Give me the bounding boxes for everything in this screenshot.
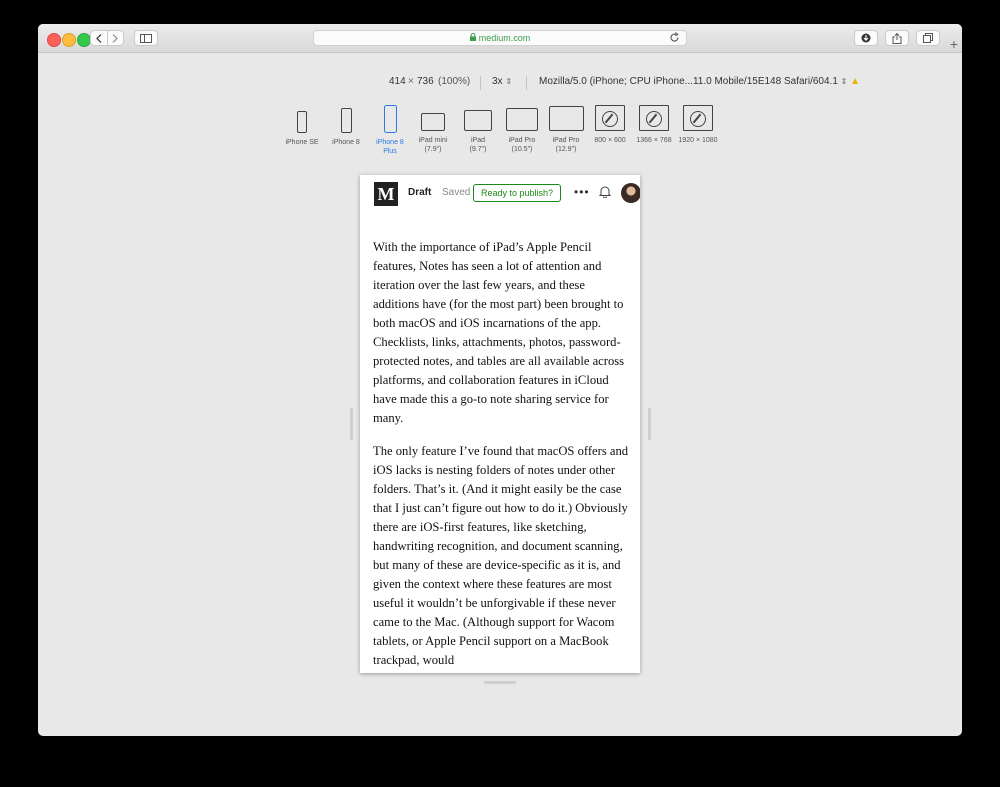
device-ipad[interactable]: iPad (9.7")	[453, 105, 503, 154]
phone-icon	[340, 108, 352, 133]
share-icon	[892, 32, 902, 44]
tabs-icon	[923, 33, 933, 43]
device-viewport: M Draft Saved Ready to publish? ••• With…	[360, 175, 640, 673]
avatar[interactable]	[621, 183, 640, 203]
chevron-left-icon	[95, 33, 102, 43]
toolbar: medium.com +	[38, 24, 962, 53]
bell-icon	[598, 186, 612, 199]
updown-chevron-icon: ⇕	[505, 77, 513, 86]
paragraph: The only feature I’ve found that macOS o…	[373, 444, 629, 667]
resize-handle-bottom[interactable]	[484, 681, 516, 684]
user-agent-value: Mozilla/5.0 (iPhone; CPU iPhone...11.0 M…	[539, 76, 838, 87]
device-label: iPad mini (7.9")	[418, 137, 448, 153]
user-agent-select[interactable]: Mozilla/5.0 (iPhone; CPU iPhone...11.0 M…	[539, 76, 860, 87]
responsive-design-toolbar: 414 × 736 (100%) 3x ⇕ Mozilla/5.0 (iPhon…	[38, 76, 962, 90]
device-ipad-mini[interactable]: iPad mini (7.9")	[408, 105, 458, 154]
notifications-button[interactable]	[598, 185, 612, 203]
device-iphone-8[interactable]: iPhone 8	[321, 105, 371, 147]
resize-handle-right[interactable]	[648, 408, 651, 440]
device-ipad-pro-10[interactable]: iPad Pro (10.5")	[497, 105, 547, 154]
more-options-button[interactable]: •••	[574, 185, 590, 199]
zoom-percentage: (100%)	[438, 76, 471, 87]
plus-icon: +	[949, 36, 959, 52]
device-ipad-pro-12[interactable]: iPad Pro (12.9")	[541, 105, 591, 154]
device-label: iPhone 8	[332, 139, 360, 146]
sidebar-button[interactable]	[134, 30, 158, 46]
safari-compass-icon	[639, 105, 669, 131]
times-sign: ×	[408, 76, 414, 87]
chevron-right-icon	[112, 33, 119, 43]
download-icon	[861, 33, 871, 43]
paragraph: With the importance of iPad’s Apple Penc…	[373, 240, 625, 425]
ready-to-publish-button[interactable]: Ready to publish?	[473, 184, 562, 202]
device-label: 1366 × 768	[636, 137, 672, 144]
device-800x600[interactable]: 800 × 600	[585, 105, 635, 145]
safari-compass-icon	[595, 105, 625, 131]
new-tab-button[interactable]: +	[946, 36, 962, 52]
device-iphone-se[interactable]: iPhone SE	[277, 105, 327, 147]
divider	[526, 76, 527, 90]
forward-button[interactable]	[107, 31, 123, 45]
device-label: iPhone SE	[285, 139, 319, 146]
zoom-window-button[interactable]	[77, 33, 91, 47]
device-presets: iPhone SE iPhone 8 iPhone 8 Plus iPad min…	[38, 105, 962, 155]
viewport-height[interactable]: 736	[417, 76, 434, 87]
divider	[480, 76, 481, 90]
draft-status: Draft	[408, 187, 432, 198]
downloads-button[interactable]	[854, 30, 878, 46]
updown-chevron-icon: ⇕	[840, 77, 848, 86]
phone-icon	[383, 105, 397, 133]
close-window-button[interactable]	[47, 33, 61, 47]
back-button[interactable]	[91, 31, 107, 45]
tablet-icon	[548, 106, 584, 131]
phone-icon	[297, 111, 307, 133]
minimize-window-button[interactable]	[62, 33, 76, 47]
tablet-icon	[464, 110, 492, 131]
saved-status: Saved	[442, 187, 471, 198]
warning-icon: ▲	[850, 76, 861, 87]
device-1366x768[interactable]: 1366 × 768	[629, 105, 679, 145]
safari-compass-icon	[683, 105, 713, 131]
share-button[interactable]	[885, 30, 909, 46]
device-label: 1920 × 1080	[678, 137, 718, 144]
pixel-ratio-select[interactable]: 3x ⇕	[492, 76, 512, 87]
medium-logo[interactable]: M	[374, 182, 398, 206]
safari-window: medium.com + 414 × 736 (100%) 3x ⇕ Mozil…	[38, 24, 962, 736]
lock-icon	[469, 32, 476, 43]
viewport-width[interactable]: 414	[389, 76, 406, 87]
pixel-ratio-value: 3x	[492, 76, 503, 87]
reload-icon[interactable]	[670, 32, 680, 45]
tablet-icon	[421, 113, 445, 131]
device-label: 800 × 600	[594, 137, 626, 144]
device-1920x1080[interactable]: 1920 × 1080	[673, 105, 723, 145]
device-label: iPad (9.7")	[469, 137, 487, 153]
device-label: iPad Pro (12.9")	[552, 137, 580, 153]
url-text: medium.com	[478, 33, 531, 43]
show-tabs-button[interactable]	[916, 30, 940, 46]
device-label: iPad Pro (10.5")	[508, 137, 536, 153]
back-forward-buttons	[90, 30, 124, 46]
tablet-icon	[506, 108, 538, 131]
medium-header: M Draft Saved Ready to publish? •••	[360, 175, 640, 215]
article-body[interactable]: With the importance of iPad’s Apple Penc…	[373, 238, 631, 673]
sidebar-icon	[140, 33, 152, 43]
address-bar[interactable]: medium.com	[313, 30, 687, 46]
resize-handle-left[interactable]	[350, 408, 353, 440]
